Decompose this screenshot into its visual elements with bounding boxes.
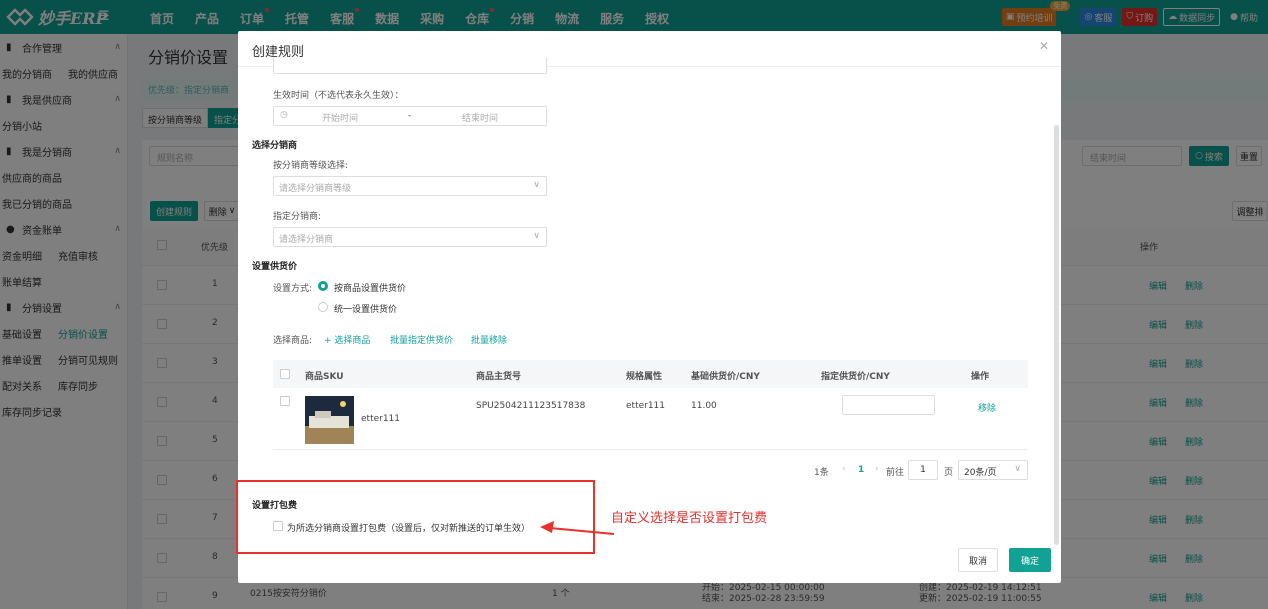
annotation-text: 自定义选择是否设置打包费 — [611, 511, 768, 526]
by-level-label: 按分销商等级选择: — [273, 161, 349, 171]
col-spec: 规格属性 — [626, 372, 663, 382]
remove-product-link[interactable]: 移除 — [978, 401, 996, 414]
chevron-down-icon: ∨ — [1014, 464, 1021, 474]
annotation-arrow — [540, 521, 615, 535]
page-size-select[interactable]: 20条/页 ∨ — [958, 460, 1028, 480]
annotation-highlight-box — [236, 480, 595, 554]
range-separator: - — [408, 111, 412, 121]
add-products-link[interactable]: + 选择商品 — [324, 333, 370, 346]
product-row: etter111 SPU2504211123517838 etter111 11… — [273, 388, 1028, 450]
cancel-button[interactable]: 取消 — [958, 548, 998, 572]
page-unit: 页 — [944, 468, 954, 478]
select-products-label: 选择商品: — [273, 336, 313, 346]
product-row-checkbox[interactable] — [280, 396, 290, 406]
product-base-price: 11.00 — [691, 401, 717, 411]
modal-scrollbar[interactable] — [1054, 125, 1059, 545]
batch-price-link[interactable]: 批量指定供货价 — [390, 333, 453, 346]
current-page[interactable]: 1 — [858, 465, 864, 475]
goto-label: 前往 — [886, 468, 905, 478]
product-sku: etter111 — [361, 414, 401, 424]
radio-by-product[interactable] — [318, 281, 328, 291]
total-count: 1条 — [814, 468, 829, 478]
pagination: 1条 ‹ 1 › 前往 1 页 20条/页 ∨ — [238, 460, 1061, 482]
close-icon[interactable]: ✕ — [1039, 39, 1049, 53]
product-spu: SPU2504211123517838 — [476, 401, 586, 411]
next-page-icon[interactable]: › — [875, 464, 879, 474]
col-op: 操作 — [971, 372, 990, 382]
radio-unified[interactable] — [318, 302, 328, 312]
product-thumbnail — [305, 396, 354, 444]
mode-unified-label[interactable]: 统一设置供货价 — [334, 302, 397, 315]
product-spec: etter111 — [626, 401, 666, 411]
set-price-input[interactable] — [842, 395, 935, 415]
distributor-level-select[interactable]: 请选择分销商等级 ∨ — [273, 176, 547, 196]
col-set-price: 指定供货价/CNY — [821, 372, 890, 382]
select-distributor-title: 选择分销商 — [252, 141, 298, 151]
effective-time-label: 生效时间（不选代表永久生效）： — [273, 91, 404, 101]
batch-remove-link[interactable]: 批量移除 — [471, 333, 507, 346]
product-table-header: 商品SKU 商品主货号 规格属性 基础供货价/CNY 指定供货价/CNY 操作 — [273, 360, 1028, 388]
start-time-input[interactable]: 开始时间 — [322, 111, 358, 124]
col-spu: 商品主货号 — [476, 372, 522, 382]
select-all-products-checkbox[interactable] — [280, 369, 290, 379]
clock-icon: ◷ — [280, 110, 288, 120]
effective-time-range[interactable]: ◷ 开始时间 - 结束时间 — [273, 106, 547, 126]
col-sku: 商品SKU — [305, 372, 344, 382]
chevron-down-icon: ∨ — [533, 180, 540, 190]
set-price-title: 设置供货价 — [252, 262, 298, 272]
specific-distributor-label: 指定分销商: — [273, 212, 322, 222]
mode-by-product-label[interactable]: 按商品设置供货价 — [334, 281, 406, 294]
col-base-price: 基础供货价/CNY — [691, 372, 760, 382]
product-table: 商品SKU 商品主货号 规格属性 基础供货价/CNY 指定供货价/CNY 操作 … — [273, 360, 1028, 450]
chevron-down-icon: ∨ — [533, 231, 540, 241]
confirm-button[interactable]: 确定 — [1009, 548, 1051, 572]
rule-name-field[interactable] — [273, 57, 547, 74]
set-mode-label: 设置方式: — [273, 284, 313, 294]
distributor-select[interactable]: 请选择分销商 ∨ — [273, 227, 547, 247]
goto-page-input[interactable]: 1 — [908, 460, 938, 480]
end-time-input[interactable]: 结束时间 — [462, 111, 498, 124]
prev-page-icon[interactable]: ‹ — [842, 464, 846, 474]
